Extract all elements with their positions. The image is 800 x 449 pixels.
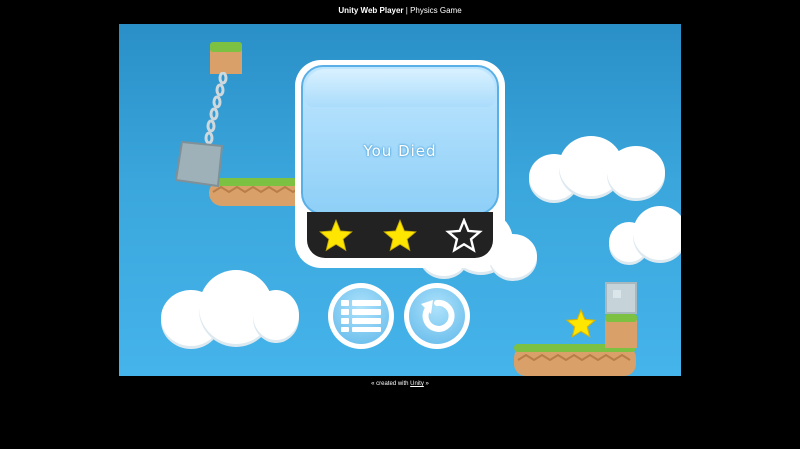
unity-link[interactable]: Unity: [410, 381, 424, 387]
star-filled-icon: [319, 219, 353, 252]
grass-pillar: [605, 314, 637, 348]
level-menu-button[interactable]: [328, 283, 394, 349]
result-panel: You Died: [301, 65, 499, 215]
list-menu-icon: [341, 300, 381, 332]
star-empty-icon: [445, 218, 483, 253]
footer-prefix: « created with: [371, 381, 411, 387]
result-message: You Died: [363, 142, 437, 160]
cloud-right-mid: [609, 206, 681, 266]
footer-credit: « created with Unity »: [0, 381, 800, 387]
stone-weight: [174, 140, 224, 188]
restart-button[interactable]: [404, 283, 470, 349]
window-title: Unity Web Player | Physics Game: [0, 6, 800, 15]
result-dialog: You Died: [295, 60, 505, 268]
collectible-star-icon[interactable]: [565, 308, 597, 340]
window-title-app: Unity Web Player: [338, 6, 404, 15]
restart-arrow-icon: [421, 299, 455, 332]
anchor-block: [210, 42, 242, 74]
ice-block: [605, 282, 637, 314]
cloud-left-bottom: [161, 270, 301, 350]
star-rating: [307, 212, 493, 258]
footer-suffix: »: [423, 381, 429, 387]
star-filled-icon: [383, 219, 417, 252]
window-title-game: Physics Game: [410, 6, 462, 15]
game-canvas[interactable]: You Died: [119, 24, 681, 376]
cloud-right-top: [529, 132, 669, 202]
